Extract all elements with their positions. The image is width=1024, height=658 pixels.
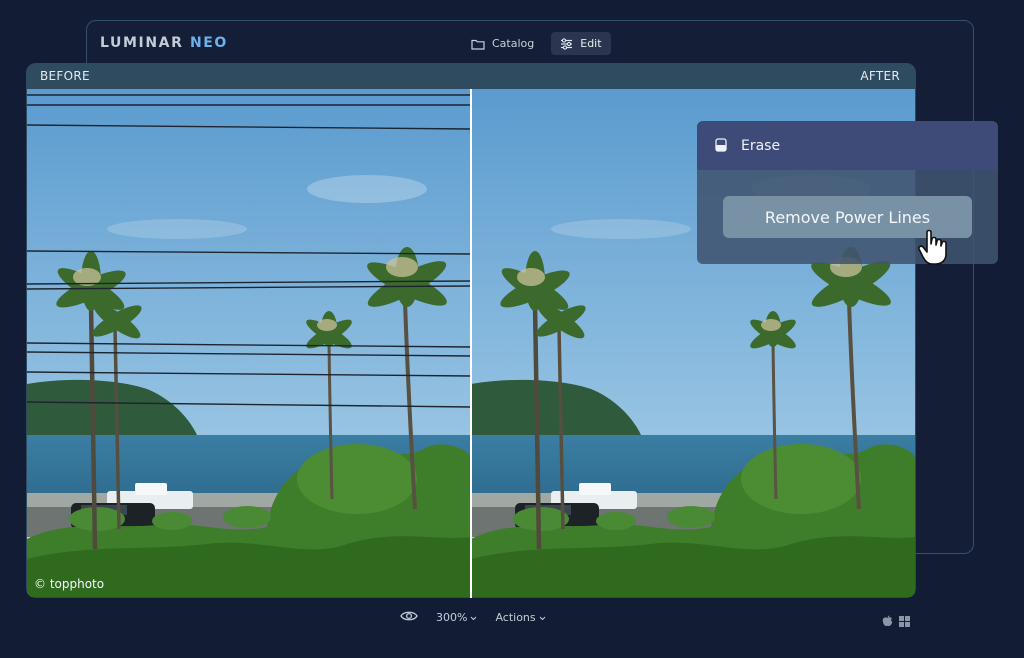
- hand-pointer-icon: [918, 229, 950, 271]
- eye-icon: [400, 610, 418, 625]
- erase-panel-header[interactable]: Erase: [697, 121, 998, 170]
- logo-text-luminar: LUMINAR: [100, 35, 184, 51]
- bottom-toolbar: 300% Actions: [400, 610, 546, 625]
- after-label: AFTER: [860, 69, 900, 83]
- before-photo: [27, 89, 471, 597]
- logo-text-neo: NEO: [189, 35, 228, 51]
- before-label: BEFORE: [40, 69, 90, 83]
- eraser-icon: [715, 137, 727, 156]
- erase-panel: Erase Remove Power Lines: [697, 121, 998, 264]
- sliders-icon: [560, 37, 573, 50]
- edit-tab-label: Edit: [580, 37, 602, 50]
- zoom-dropdown[interactable]: 300%: [436, 611, 477, 624]
- preview-toggle[interactable]: [400, 610, 418, 625]
- windows-icon: [899, 612, 910, 631]
- actions-dropdown[interactable]: Actions: [495, 611, 545, 624]
- chevron-down-icon: [539, 611, 546, 624]
- top-navigation: Catalog Edit: [462, 32, 611, 55]
- actions-label: Actions: [495, 611, 536, 624]
- chevron-down-icon: [470, 611, 477, 624]
- photo-watermark: © topphoto: [34, 577, 105, 591]
- compare-divider-handle[interactable]: [470, 89, 472, 598]
- erase-panel-title: Erase: [741, 138, 781, 154]
- compare-labels-bar: BEFORE AFTER: [26, 63, 916, 89]
- catalog-tab-label: Catalog: [492, 37, 535, 50]
- app-logo: LUMINAR NEO: [100, 35, 228, 51]
- zoom-value: 300%: [436, 611, 468, 624]
- platform-icons: [882, 612, 910, 631]
- edit-tab[interactable]: Edit: [551, 32, 611, 55]
- apple-icon: [882, 612, 893, 631]
- catalog-tab[interactable]: Catalog: [462, 32, 543, 55]
- folder-icon: [471, 38, 485, 50]
